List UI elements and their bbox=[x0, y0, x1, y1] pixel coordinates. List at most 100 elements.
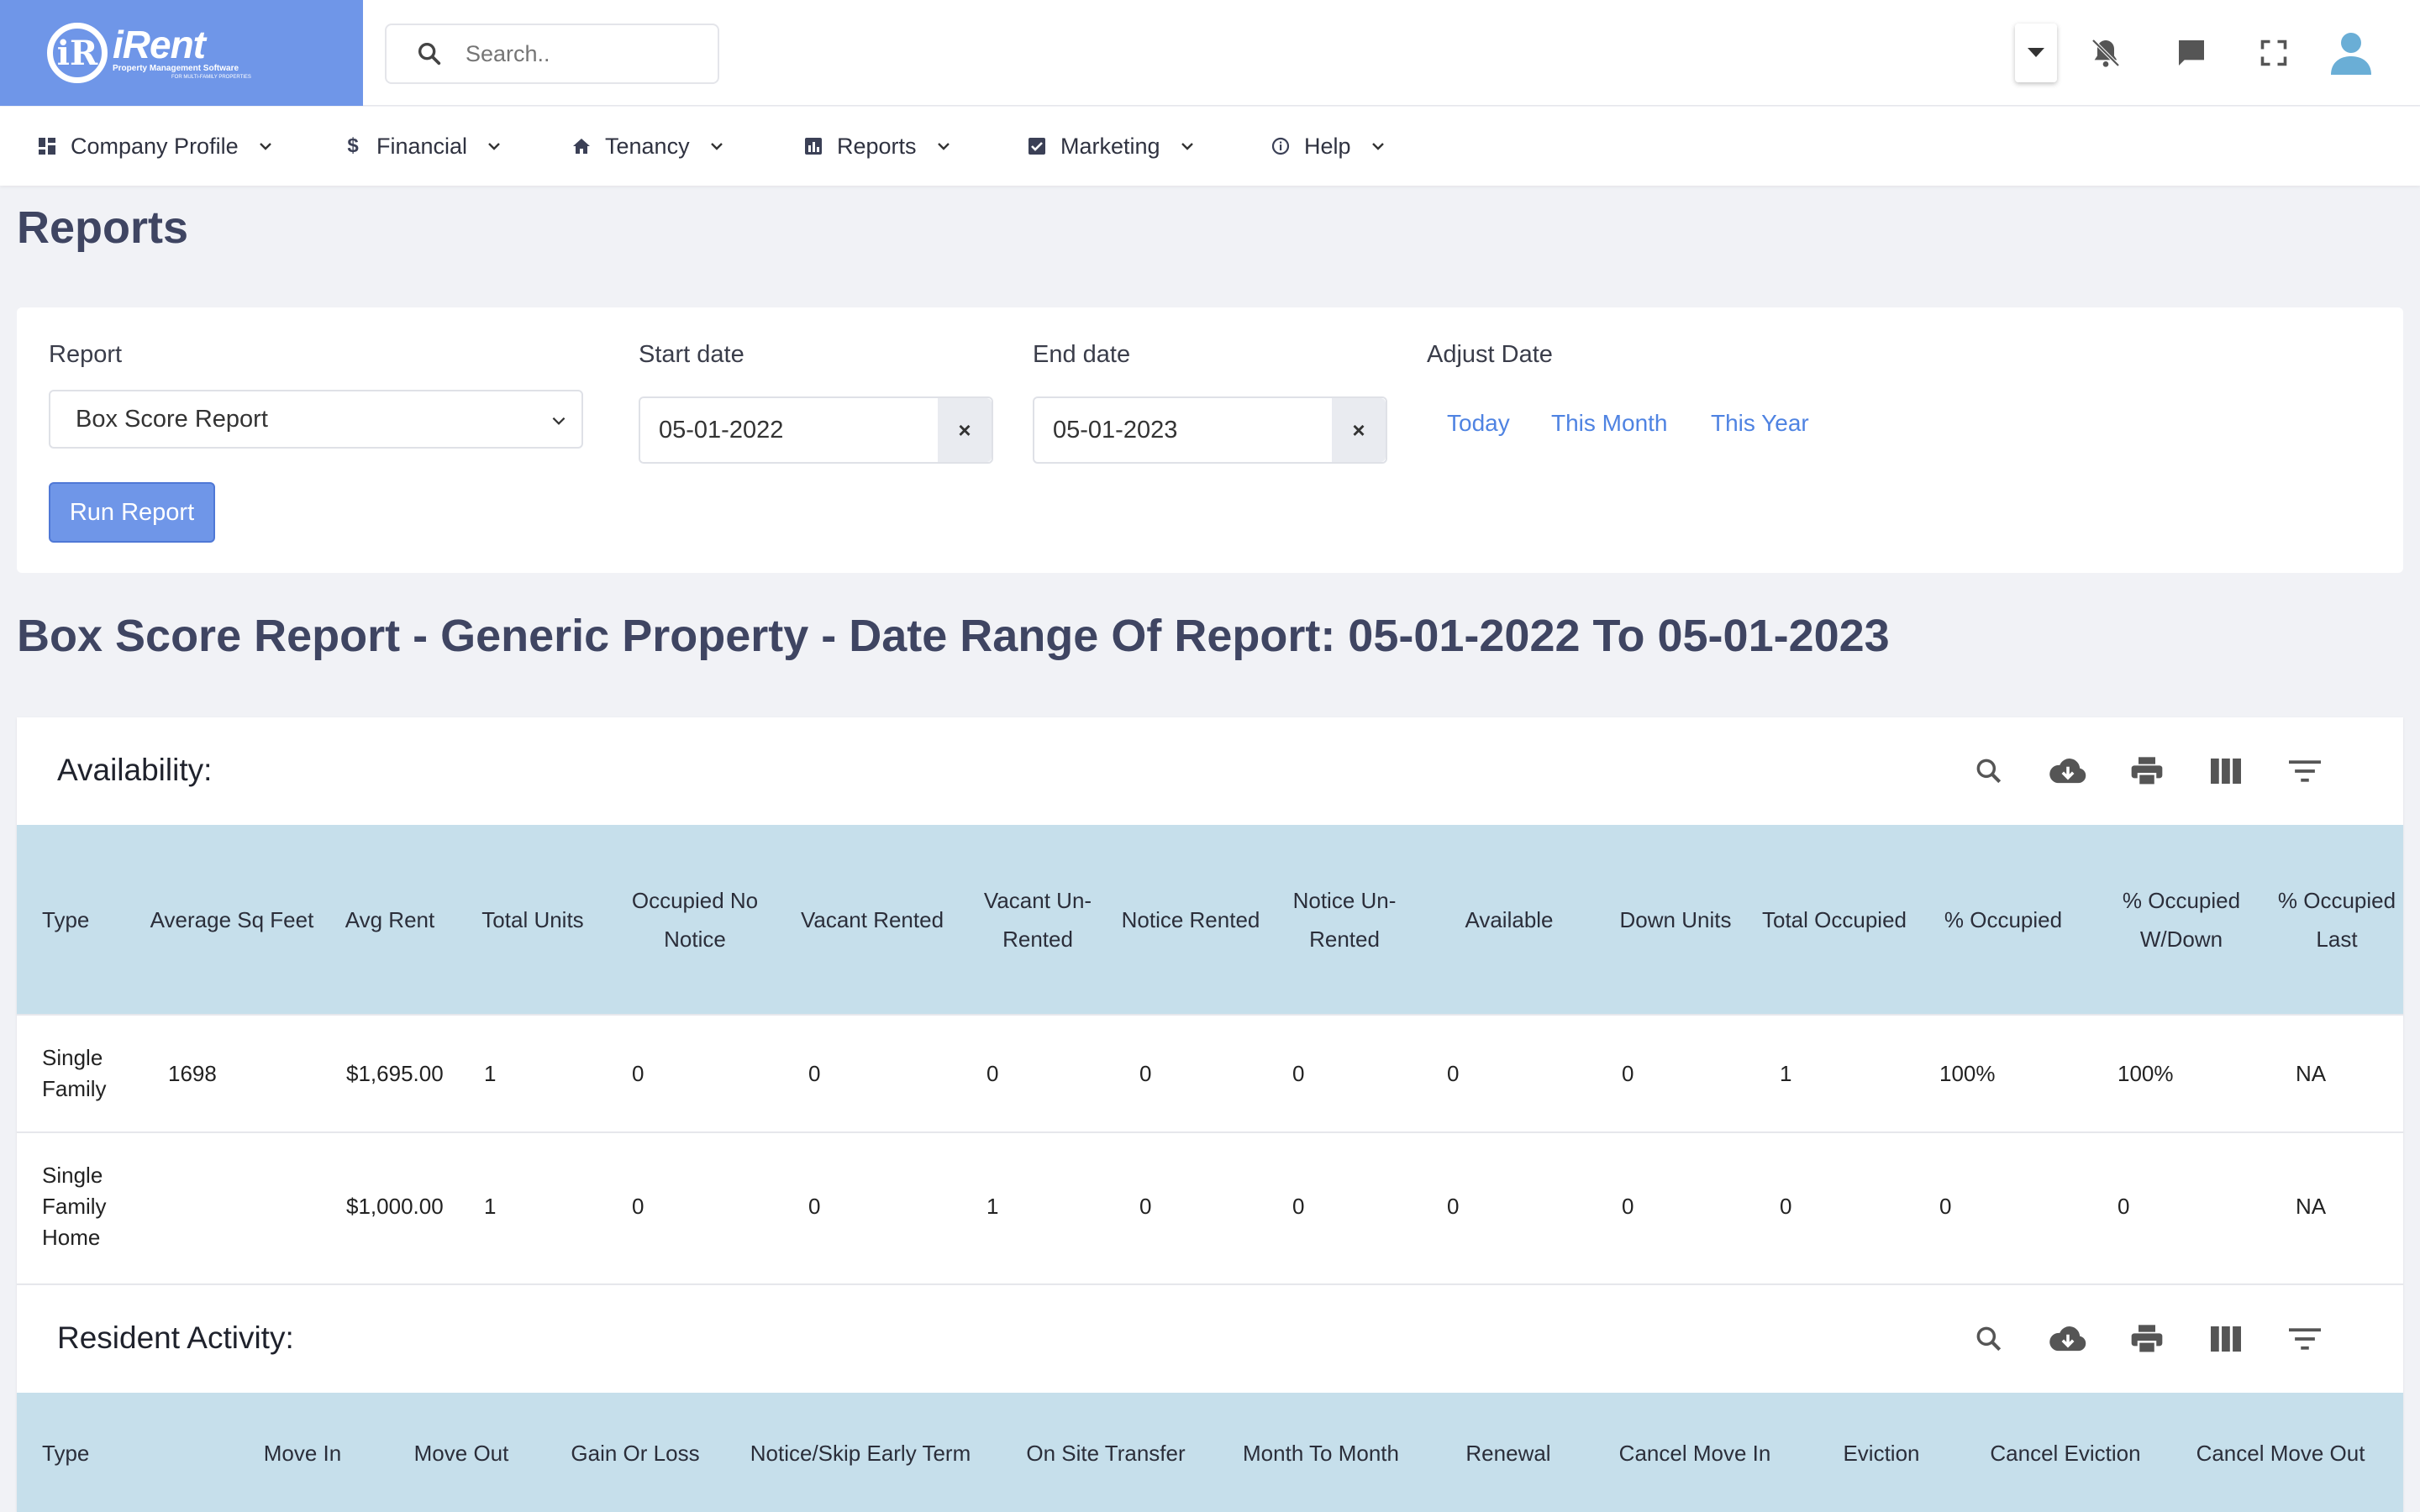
column-header[interactable]: % Occupied W/Down bbox=[2092, 825, 2270, 1015]
column-header[interactable]: Cancel Move In bbox=[1600, 1393, 1790, 1512]
end-date-clear-button[interactable]: × bbox=[1332, 398, 1386, 462]
logo-mark: iR bbox=[47, 23, 108, 83]
adjust-this-year-link[interactable]: This Year bbox=[1711, 410, 1809, 437]
bar-chart-icon bbox=[803, 136, 823, 156]
report-select[interactable]: Box Score Report bbox=[49, 390, 583, 449]
columns-icon bbox=[2211, 1326, 2241, 1352]
availability-panel: Availability: Type Average Sq Feet Avg R… bbox=[17, 717, 2403, 1284]
resident-activity-toolbar bbox=[1949, 1314, 2344, 1364]
column-header[interactable]: Average Sq Feet bbox=[143, 825, 321, 1015]
column-header[interactable]: Total Occupied bbox=[1754, 825, 1914, 1015]
resident-activity-header-row: Type Move In Move Out Gain Or Loss Notic… bbox=[17, 1393, 2403, 1512]
chevron-down-icon bbox=[1181, 143, 1193, 150]
column-header[interactable]: Vacant Rented bbox=[783, 825, 961, 1015]
table-row: Single Family 1698 $1,695.00 1 0 0 0 0 0… bbox=[17, 1014, 2403, 1132]
search-button[interactable] bbox=[1949, 746, 2028, 796]
print-icon bbox=[2131, 757, 2163, 786]
filter-icon bbox=[2289, 1328, 2321, 1350]
columns-button[interactable] bbox=[2186, 1314, 2265, 1364]
column-header[interactable]: % Occupied Last bbox=[2270, 825, 2403, 1015]
column-header[interactable]: Gain Or Loss bbox=[536, 1393, 734, 1512]
print-button[interactable] bbox=[2107, 746, 2186, 796]
filter-icon bbox=[2289, 760, 2321, 782]
print-button[interactable] bbox=[2107, 1314, 2186, 1364]
columns-button[interactable] bbox=[2186, 746, 2265, 796]
download-button[interactable] bbox=[2028, 1314, 2107, 1364]
adjust-today-link[interactable]: Today bbox=[1447, 410, 1510, 437]
start-date-field[interactable]: 05-01-2022 × bbox=[639, 396, 993, 464]
chat-icon bbox=[2179, 40, 2204, 66]
chevron-down-icon bbox=[2028, 48, 2044, 57]
resident-activity-table: Type Move In Move Out Gain Or Loss Notic… bbox=[17, 1393, 2403, 1512]
chevron-down-icon bbox=[1371, 143, 1384, 150]
run-report-button[interactable]: Run Report bbox=[49, 482, 215, 543]
page-title: Reports bbox=[17, 202, 189, 253]
logo-name: iRent bbox=[113, 23, 206, 66]
column-header[interactable]: Avg Rent bbox=[321, 825, 459, 1015]
nav-marketing[interactable]: Marketing bbox=[1027, 107, 1196, 186]
column-header[interactable]: Cancel Eviction bbox=[1973, 1393, 2158, 1512]
column-header[interactable]: Down Units bbox=[1597, 825, 1754, 1015]
start-date-clear-button[interactable]: × bbox=[938, 398, 992, 462]
top-bar: iR iRent Property Management Software FO… bbox=[0, 0, 2420, 106]
logo[interactable]: iR iRent Property Management Software FO… bbox=[0, 0, 363, 106]
end-date-value[interactable]: 05-01-2023 bbox=[1034, 398, 1332, 462]
messages-button[interactable] bbox=[2166, 20, 2217, 86]
search-icon bbox=[1976, 1326, 2002, 1352]
nav-company-profile[interactable]: Company Profile bbox=[37, 107, 274, 186]
column-header[interactable]: Notice Rented bbox=[1114, 825, 1267, 1015]
column-header[interactable]: Move Out bbox=[387, 1393, 536, 1512]
column-header[interactable]: Cancel Move Out bbox=[2158, 1393, 2403, 1512]
end-date-field[interactable]: 05-01-2023 × bbox=[1033, 396, 1387, 464]
adjust-this-month-link[interactable]: This Month bbox=[1551, 410, 1668, 437]
availability-title: Availability: bbox=[57, 753, 213, 787]
adjust-date-label: Adjust Date bbox=[1427, 341, 1553, 368]
dashboard-icon bbox=[37, 136, 57, 156]
column-header[interactable]: Type bbox=[17, 825, 143, 1015]
search-icon bbox=[1976, 759, 2002, 784]
filter-button[interactable] bbox=[2265, 746, 2344, 796]
nav-help[interactable]: Help bbox=[1270, 107, 1386, 186]
column-header[interactable]: Total Units bbox=[459, 825, 607, 1015]
nav-financial[interactable]: $ Financial bbox=[343, 107, 502, 186]
column-header[interactable]: Available bbox=[1422, 825, 1597, 1015]
user-avatar-icon bbox=[2331, 33, 2371, 75]
chevron-down-icon bbox=[710, 143, 723, 150]
fullscreen-icon bbox=[2260, 39, 2287, 66]
filter-button[interactable] bbox=[2265, 1314, 2344, 1364]
column-header[interactable]: Vacant Un-Rented bbox=[961, 825, 1114, 1015]
search-box[interactable] bbox=[385, 24, 719, 84]
column-header[interactable]: Notice Un-Rented bbox=[1267, 825, 1422, 1015]
report-select-value: Box Score Report bbox=[76, 405, 268, 433]
print-icon bbox=[2131, 1325, 2163, 1354]
table-row: Single Family Home $1,000.00 1 0 0 1 0 0… bbox=[17, 1131, 2403, 1280]
column-header[interactable]: Renewal bbox=[1417, 1393, 1600, 1512]
resident-activity-panel: Resident Activity: Type Move In Move Out… bbox=[17, 1284, 2403, 1512]
download-button[interactable] bbox=[2028, 746, 2107, 796]
start-date-label: Start date bbox=[639, 341, 744, 368]
notifications-button[interactable] bbox=[2081, 20, 2131, 86]
chevron-down-icon bbox=[488, 143, 500, 150]
dollar-icon: $ bbox=[347, 134, 359, 157]
start-date-value[interactable]: 05-01-2022 bbox=[640, 398, 938, 462]
column-header[interactable]: On Site Transfer bbox=[986, 1393, 1225, 1512]
profile-dropdown-button[interactable] bbox=[2015, 24, 2057, 82]
column-header[interactable]: Occupied No Notice bbox=[607, 825, 783, 1015]
fullscreen-button[interactable] bbox=[2249, 20, 2299, 86]
main-nav: Company Profile $ Financial Tenancy Repo… bbox=[0, 107, 2420, 186]
column-header[interactable]: Move In bbox=[218, 1393, 387, 1512]
column-header[interactable]: % Occupied bbox=[1914, 825, 2092, 1015]
nav-reports[interactable]: Reports bbox=[803, 107, 952, 186]
info-icon bbox=[1270, 136, 1291, 156]
chevron-down-icon bbox=[552, 417, 566, 425]
column-header[interactable]: Month To Month bbox=[1225, 1393, 1417, 1512]
column-header[interactable]: Eviction bbox=[1790, 1393, 1973, 1512]
user-avatar[interactable] bbox=[2324, 20, 2378, 86]
column-header[interactable]: Notice/Skip Early Term bbox=[734, 1393, 986, 1512]
nav-tenancy[interactable]: Tenancy bbox=[571, 107, 725, 186]
column-header[interactable]: Type bbox=[17, 1393, 218, 1512]
resident-activity-title: Resident Activity: bbox=[57, 1320, 294, 1355]
logo-tagline: Property Management Software bbox=[113, 64, 239, 73]
search-button[interactable] bbox=[1949, 1314, 2028, 1364]
search-input[interactable] bbox=[466, 40, 718, 67]
